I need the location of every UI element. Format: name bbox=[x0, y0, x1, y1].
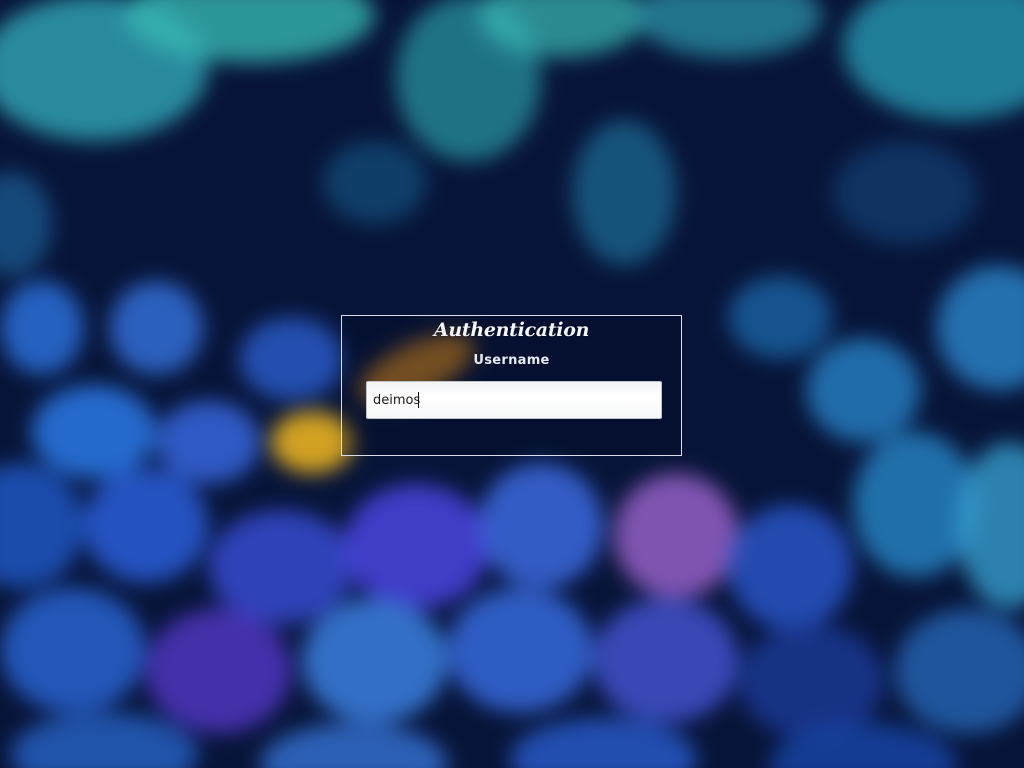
username-label: Username bbox=[473, 353, 550, 368]
dialog-title: Authentication bbox=[433, 319, 590, 341]
username-input[interactable] bbox=[366, 381, 662, 419]
authentication-dialog: Authentication Username bbox=[341, 315, 682, 456]
text-caret bbox=[418, 392, 419, 408]
login-screen: Authentication Username bbox=[0, 0, 1024, 768]
